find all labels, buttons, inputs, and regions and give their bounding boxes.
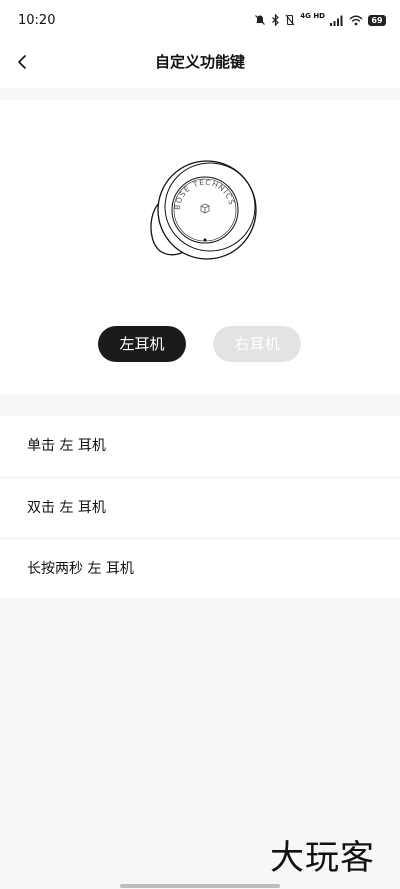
watermark: 大玩客	[270, 838, 375, 878]
bluetooth-icon	[271, 14, 280, 26]
left-earbud-tab[interactable]: 左耳机	[98, 326, 186, 362]
network-label: 4G HD	[300, 11, 325, 20]
action-list: 单击 左 耳机 双击 左 耳机 长按两秒 左 耳机	[0, 416, 400, 598]
right-earbud-tab[interactable]: 右耳机	[213, 326, 301, 362]
signal-icon	[330, 15, 344, 26]
home-indicator[interactable]	[120, 884, 280, 888]
wifi-icon	[349, 15, 363, 26]
earbud-illustration: BOSE TECHNICS CERAMICS	[136, 148, 265, 270]
page-title: 自定义功能键	[154, 53, 245, 71]
list-item-long-press[interactable]: 长按两秒 左 耳机	[0, 538, 400, 599]
mute-icon	[254, 14, 266, 26]
header: 自定义功能键	[0, 40, 400, 88]
battery-icon: 69	[368, 14, 386, 26]
status-bar: 10:20 4G HD 69	[0, 0, 400, 40]
list-item-double-tap[interactable]: 双击 左 耳机	[0, 477, 400, 538]
vibrate-icon	[285, 14, 295, 26]
status-icons: 4G HD 69	[254, 11, 386, 26]
ear-toggle: 左耳机 右耳机	[0, 326, 400, 362]
status-time: 10:20	[18, 12, 56, 28]
list-item-single-tap[interactable]: 单击 左 耳机	[0, 416, 400, 477]
earbud-section: BOSE TECHNICS CERAMICS 左耳机 右耳机	[0, 100, 400, 394]
